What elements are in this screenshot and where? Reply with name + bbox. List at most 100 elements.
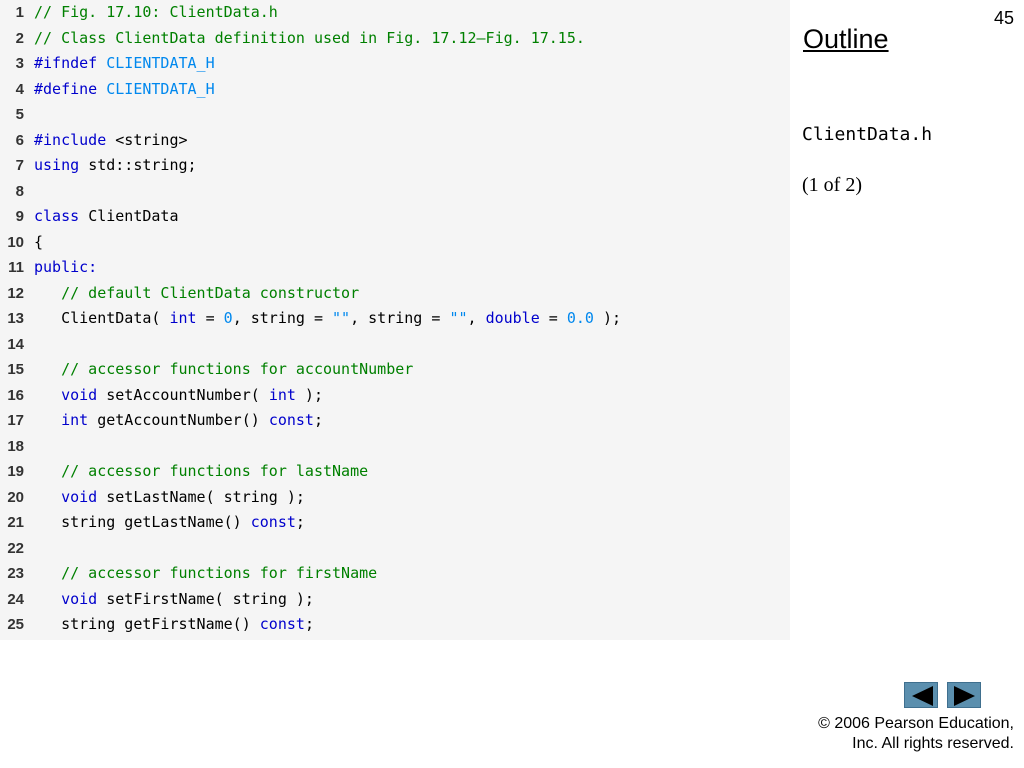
outline-link[interactable]: Outline [803, 24, 889, 55]
code-token: void [61, 487, 98, 506]
line-number: 14 [7, 335, 24, 353]
line-number: 21 [7, 514, 24, 531]
code-line: 7 using std::string; [0, 153, 790, 178]
code-token: = [539, 309, 567, 327]
copyright-notice: © 2006 Pearson Education, Inc. All right… [818, 714, 1014, 754]
code-token: getAccountNumber() [88, 411, 269, 429]
code-text: { [34, 230, 43, 255]
code-line: 9 class ClientData [0, 204, 790, 229]
code-text: string getFirstName() const; [34, 612, 314, 637]
code-line: 25 string getFirstName() const; [0, 612, 790, 637]
line-number: 3 [15, 55, 24, 72]
code-token: // accessor functions for firstName [34, 564, 378, 582]
code-token: int [169, 309, 197, 327]
line-number: 10 [7, 233, 24, 251]
code-text: class ClientData [34, 204, 179, 229]
code-token: <string> [115, 130, 188, 149]
code-token: double [485, 309, 540, 327]
code-line: 8 [0, 179, 790, 204]
code-token: void [61, 589, 98, 608]
code-token: // Class ClientData definition used in F… [34, 28, 585, 47]
next-slide-button[interactable] [947, 682, 981, 708]
code-token: #include [34, 130, 116, 149]
code-text: ClientData( int = 0, string = "", string… [34, 306, 621, 331]
code-token: void [61, 385, 98, 404]
line-number: 19 [7, 463, 24, 480]
code-listing: 1 // Fig. 17.10: ClientData.h 2 // Class Cl… [0, 0, 790, 640]
code-line: 2 // Class ClientData definition used in … [0, 26, 790, 51]
line-number: 8 [15, 182, 24, 200]
code-line: 1 // Fig. 17.10: ClientData.h [0, 0, 790, 25]
code-token: // Fig. 17.10: ClientData.h [34, 3, 278, 21]
code-token: ClientData( [34, 309, 170, 327]
code-line: 15 // accessor functions for accountNumb… [0, 357, 790, 382]
code-line: 16 void setAccountNumber( int ); [0, 383, 790, 408]
page-count-label: (1 of 2) [802, 174, 862, 196]
code-line: 23 // accessor functions for firstName [0, 561, 790, 586]
code-token: setLastName( string ); [97, 487, 305, 506]
copyright-line-1: © 2006 Pearson Education, [818, 715, 1014, 732]
code-token: , string = [350, 309, 450, 327]
code-token: 0.0 [566, 309, 594, 327]
code-line: 10 { [0, 230, 790, 255]
code-line: 14 [0, 332, 790, 357]
code-line: 24 void setFirstName( string ); [0, 587, 790, 612]
code-token: ClientData [88, 207, 179, 225]
code-token: string getFirstName() [34, 615, 260, 633]
code-text: #define CLIENTDATA_H [34, 77, 215, 102]
code-text: #ifndef CLIENTDATA_H [34, 51, 215, 76]
code-token: int [268, 385, 296, 404]
line-number: 23 [7, 565, 24, 582]
code-text: public: [34, 255, 97, 280]
code-token: setFirstName( string ); [97, 589, 314, 608]
line-number: 17 [7, 412, 24, 429]
code-line: 4 #define CLIENTDATA_H [0, 77, 790, 102]
line-number: 6 [15, 131, 24, 149]
code-token: class [34, 207, 89, 225]
previous-slide-button[interactable] [904, 682, 938, 708]
code-line: 5 [0, 102, 790, 127]
line-number: 18 [7, 437, 24, 455]
line-number: 9 [15, 208, 24, 225]
code-token: 0 [223, 309, 233, 327]
code-token: ; [304, 615, 314, 633]
code-token: std::string; [88, 156, 197, 174]
left-triangle-icon [912, 686, 933, 706]
code-token: #ifndef [34, 54, 107, 72]
code-text: // accessor functions for lastName [34, 459, 368, 484]
code-token: public: [34, 258, 98, 276]
code-line: 18 [0, 434, 790, 459]
code-line: 21 string getLastName() const; [0, 510, 790, 535]
slide-number: 45 [993, 8, 1014, 28]
code-token: = [196, 309, 224, 327]
line-number: 5 [15, 106, 24, 123]
line-number: 1 [15, 4, 24, 21]
line-number: 25 [7, 616, 24, 633]
code-line: 13 ClientData( int = 0, string = "", str… [0, 306, 790, 331]
code-token: string getLastName() [34, 513, 251, 531]
code-token: const [250, 513, 296, 531]
line-number: 22 [7, 539, 24, 557]
line-number: 2 [15, 29, 24, 47]
code-token: // default ClientData constructor [34, 283, 360, 302]
code-line: 3 #ifndef CLIENTDATA_H [0, 51, 790, 76]
code-token: CLIENTDATA_H [106, 54, 215, 72]
line-number: 7 [15, 157, 24, 174]
code-token: "" [332, 309, 351, 327]
line-number: 13 [7, 310, 24, 327]
code-line: 11 public: [0, 255, 790, 280]
code-text: #include <string> [34, 128, 188, 153]
code-token: #define [34, 79, 107, 98]
code-text: // accessor functions for accountNumber [34, 357, 413, 382]
code-text: // default ClientData constructor [34, 281, 359, 306]
line-number: 12 [7, 284, 24, 302]
code-text: void setAccountNumber( int ); [34, 383, 323, 408]
line-number: 4 [15, 80, 24, 98]
code-token: "" [449, 309, 468, 327]
code-token: using [34, 156, 89, 174]
code-token: // accessor functions for accountNumber [34, 360, 414, 378]
code-text: string getLastName() const; [34, 510, 305, 535]
